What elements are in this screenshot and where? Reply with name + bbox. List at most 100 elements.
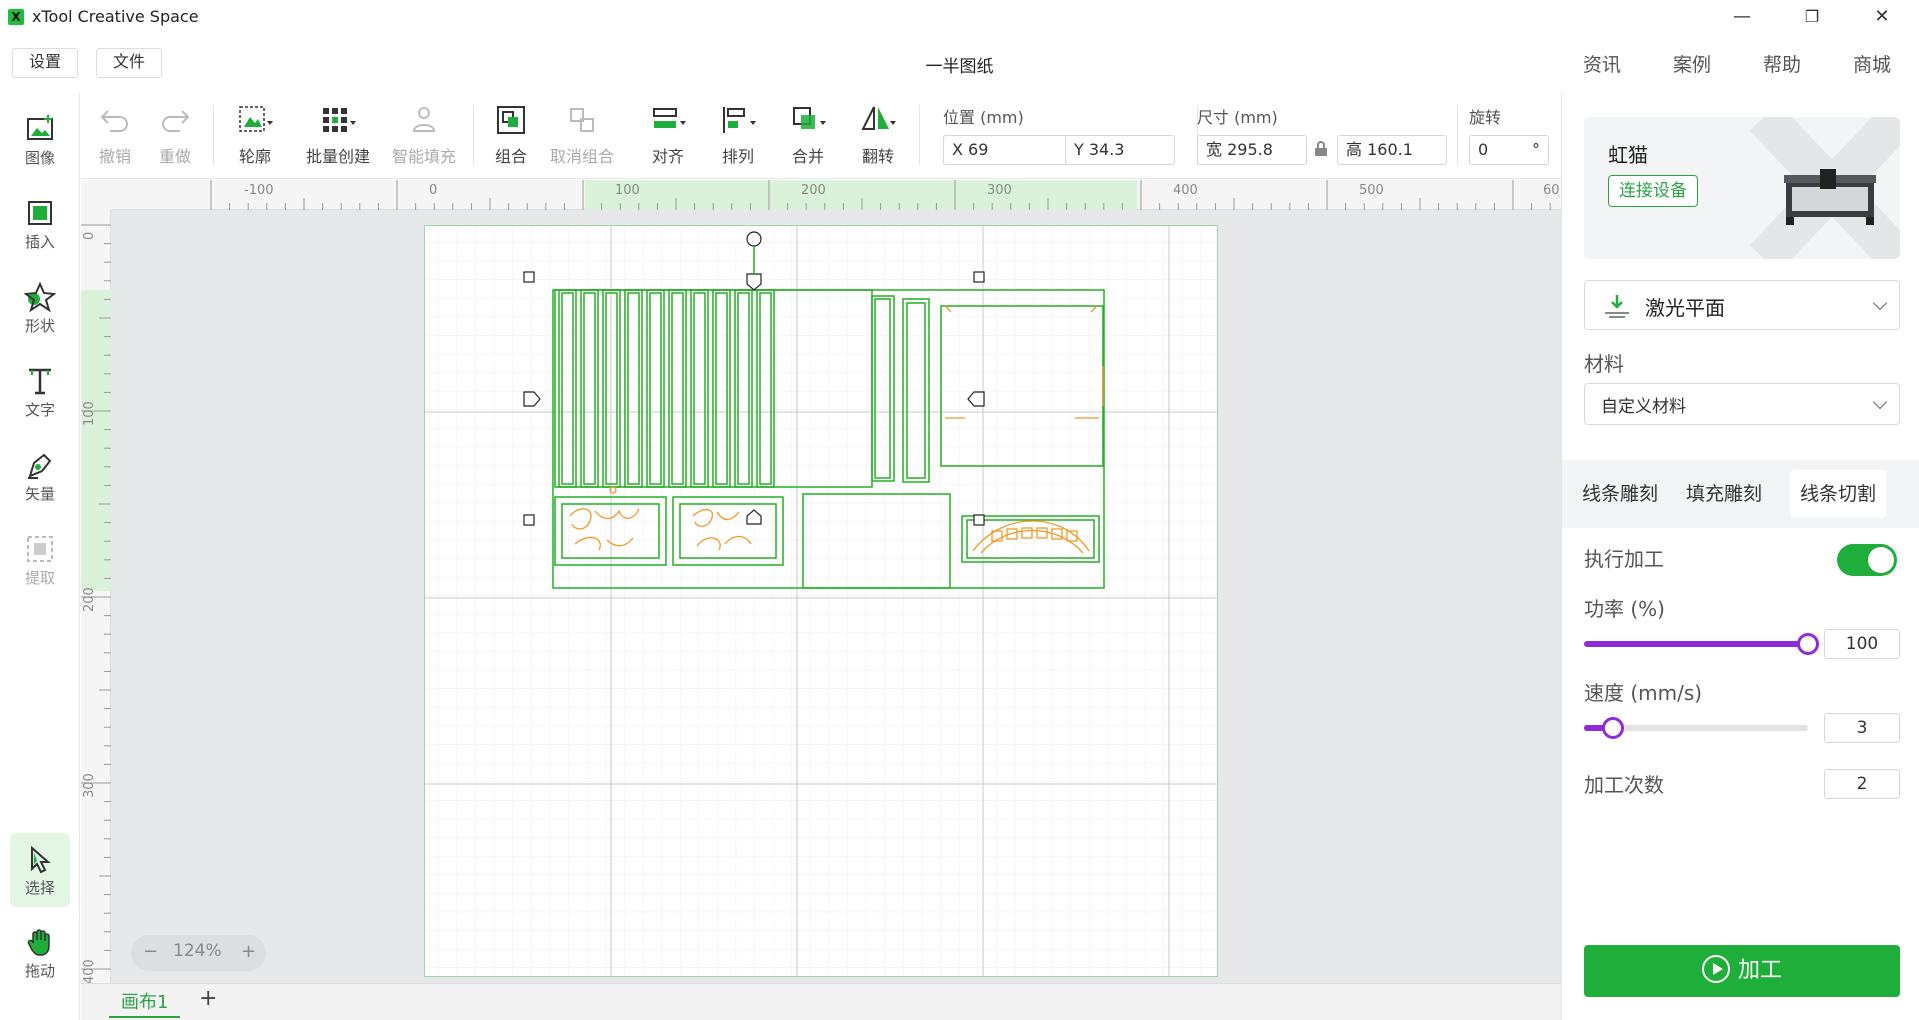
ruler-label: 400: [82, 959, 97, 984]
rotate-field[interactable]: 0 °: [1469, 135, 1549, 165]
tool-insert[interactable]: 插入: [10, 187, 70, 261]
zoom-out-button[interactable]: −: [143, 941, 158, 962]
shape-icon: [24, 281, 56, 313]
power-slider-handle[interactable]: [1797, 633, 1819, 655]
align-button[interactable]: 对齐: [643, 103, 693, 173]
lock-ratio-icon[interactable]: [1314, 141, 1328, 157]
tab-fill-engrave[interactable]: 填充雕刻: [1676, 470, 1772, 518]
ruler-label: -100: [244, 183, 274, 198]
canvas-tab[interactable]: 画布1: [109, 988, 181, 1018]
speed-slider-handle[interactable]: [1602, 717, 1625, 739]
toolbar-separator: [213, 105, 214, 165]
passes-label: 加工次数: [1584, 773, 1664, 797]
power-label: 功率 (%): [1584, 597, 1665, 621]
connect-device-button[interactable]: 连接设备: [1608, 175, 1698, 207]
arrange-button[interactable]: 排列: [713, 103, 763, 173]
batch-grid-icon: [323, 108, 356, 132]
tool-text[interactable]: 文字: [10, 355, 70, 429]
flip-button[interactable]: 翻转: [853, 103, 903, 173]
speed-input[interactable]: 3: [1824, 713, 1900, 743]
tab-line-engrave[interactable]: 线条雕刻: [1572, 470, 1668, 518]
execute-toggle[interactable]: [1837, 544, 1897, 576]
mode-select-value: 激光平面: [1645, 296, 1725, 320]
tool-extract-label: 提取: [24, 569, 55, 587]
main-toolbar: 撤销 重做 轮廓 批量创建 智能填充 组合 取消组合 对齐 排列 合并 翻转 位…: [81, 93, 1561, 179]
resize-handle-sw: [523, 514, 535, 526]
power-slider[interactable]: [1584, 633, 1819, 655]
device-name: 虹猫: [1608, 143, 1648, 167]
height-field[interactable]: 高 160.1: [1337, 135, 1447, 165]
work-board[interactable]: [424, 225, 1218, 977]
left-toolbar: 图像 插入 形状 文字 矢量 提取 选择 拖动: [0, 93, 80, 1020]
mode-select[interactable]: 激光平面: [1584, 280, 1900, 330]
settings-button[interactable]: 设置: [12, 48, 79, 78]
help-link[interactable]: 帮助: [1763, 50, 1801, 77]
y-position-field[interactable]: Y 34.3: [1065, 135, 1175, 165]
tool-drag[interactable]: 拖动: [10, 916, 70, 990]
maximize-button[interactable]: ❐: [1784, 2, 1840, 32]
select-cursor-icon: [31, 845, 51, 874]
ruler-label: 200: [82, 587, 97, 612]
add-canvas-button[interactable]: +: [199, 986, 217, 1011]
vector-pen-icon: [28, 453, 52, 479]
tool-extract[interactable]: 提取: [10, 523, 70, 597]
material-select[interactable]: 自定义材料: [1584, 383, 1900, 425]
ruler-label: 60: [1543, 183, 1560, 198]
design-canvas[interactable]: [425, 226, 1217, 976]
material-label: 材料: [1584, 352, 1624, 376]
speed-label: 速度 (mm/s): [1584, 681, 1703, 705]
insert-icon: [28, 201, 52, 225]
undo-icon: [100, 110, 128, 132]
ungroup-icon: [570, 108, 594, 132]
minimize-button[interactable]: —: [1714, 2, 1770, 32]
power-input[interactable]: 100: [1824, 629, 1900, 659]
rotate-label: 旋转: [1469, 108, 1502, 127]
smart-fill-icon: [412, 107, 436, 132]
tool-insert-label: 插入: [24, 233, 55, 251]
batch-create-button[interactable]: 批量创建: [303, 103, 373, 173]
vertical-ruler-ticks: 0 100 200 300 400: [81, 224, 111, 1007]
ruler-label: 400: [1173, 183, 1198, 198]
tool-vector[interactable]: 矢量: [10, 439, 70, 513]
ungroup-button[interactable]: 取消组合: [547, 103, 617, 173]
ruler-label: 300: [82, 773, 97, 798]
tab-line-cut[interactable]: 线条切割: [1790, 470, 1887, 518]
tool-shape-label: 形状: [24, 317, 55, 335]
tool-select[interactable]: 选择: [10, 833, 70, 907]
cases-link[interactable]: 案例: [1673, 50, 1711, 77]
file-button[interactable]: 文件: [96, 48, 163, 78]
zoom-control: − 124% +: [131, 935, 266, 971]
tool-image[interactable]: 图像: [10, 103, 70, 177]
flip-label: 翻转: [861, 147, 894, 166]
app-logo: X: [8, 9, 24, 25]
width-field[interactable]: 宽 295.8: [1197, 135, 1307, 165]
power-slider-fill: [1584, 641, 1808, 647]
tool-image-label: 图像: [24, 149, 55, 167]
start-process-button[interactable]: 加工: [1584, 945, 1900, 997]
tool-text-label: 文字: [24, 401, 55, 419]
chevron-down-icon: [1872, 295, 1888, 311]
extract-icon: [27, 536, 53, 562]
canvas-area[interactable]: -100 0 100 200 300 400 500 60 0 100 200 …: [81, 180, 1561, 1020]
tool-shape[interactable]: 形状: [10, 271, 70, 345]
outline-button[interactable]: 轮廓: [225, 103, 285, 173]
group-button[interactable]: 组合: [489, 103, 533, 173]
flip-icon: [861, 106, 896, 130]
redo-button[interactable]: 重做: [155, 103, 195, 173]
close-button[interactable]: ✕: [1854, 2, 1910, 32]
ungroup-label: 取消组合: [549, 147, 614, 166]
ruler-label: 100: [615, 183, 640, 198]
smart-fill-button[interactable]: 智能填充: [389, 103, 459, 173]
speed-slider[interactable]: [1584, 717, 1808, 739]
document-title: 一半图纸: [925, 57, 994, 77]
undo-button[interactable]: 撤销: [95, 103, 135, 173]
rotate-value: 0: [1478, 140, 1489, 159]
shop-link[interactable]: 商城: [1853, 50, 1891, 77]
combine-button[interactable]: 合并: [783, 103, 833, 173]
zoom-in-button[interactable]: +: [241, 941, 256, 962]
news-link[interactable]: 资讯: [1583, 50, 1621, 77]
group-icon: [497, 106, 525, 134]
passes-input[interactable]: 2: [1824, 769, 1900, 799]
laser-device-image: [1784, 169, 1876, 225]
degree-unit: °: [1532, 140, 1540, 159]
